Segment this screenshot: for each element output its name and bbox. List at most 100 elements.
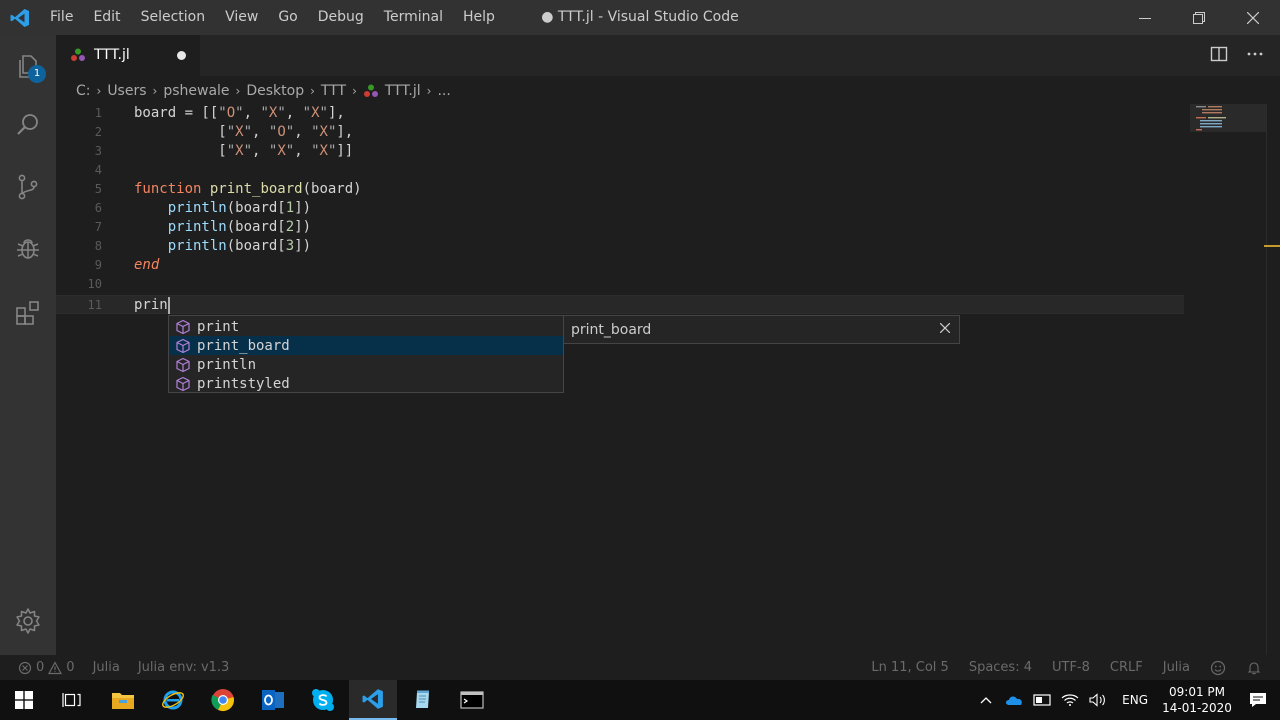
device-icon [1033, 694, 1051, 706]
code-line: 7 println(board[2]) [56, 218, 1184, 237]
minimap-preview [1190, 104, 1268, 132]
taskbar-outlook[interactable] [249, 680, 297, 720]
code-text: println(board[1]) [167, 200, 312, 216]
encoding[interactable]: UTF-8 [1052, 660, 1090, 675]
line-ending[interactable]: CRLF [1110, 660, 1143, 675]
unsaved-dot-icon[interactable] [177, 51, 186, 60]
window-controls [1118, 0, 1280, 35]
problems-indicator[interactable]: 0 0 [18, 660, 75, 675]
vertical-scrollbar[interactable] [1266, 104, 1280, 655]
line-number: 11 [87, 298, 102, 312]
system-tray: ENG 09:01 PM 14-01-2020 [972, 680, 1280, 720]
code-text: ["X", "X", "X"]] [134, 143, 354, 159]
suggest-item-printstyled[interactable]: printstyled [169, 374, 563, 393]
onedrive-button[interactable] [1002, 680, 1026, 720]
chevron-right-icon: › [235, 84, 241, 98]
julia-status[interactable]: Julia [93, 660, 120, 675]
code-text: println(board[3]) [167, 238, 312, 254]
taskbar-command-prompt[interactable] [448, 680, 496, 720]
extensions-button[interactable] [0, 285, 56, 341]
breadcrumb-desktop[interactable]: Desktop [246, 83, 304, 99]
menu-go[interactable]: Go [268, 0, 307, 35]
chevron-right-icon: › [96, 84, 102, 98]
taskbar-notepad[interactable] [399, 680, 447, 720]
wifi-button[interactable] [1058, 680, 1082, 720]
minimize-icon [1139, 17, 1151, 19]
power-network-button[interactable] [1030, 680, 1054, 720]
julia-file-icon [71, 48, 85, 61]
restore-button[interactable] [1172, 0, 1226, 35]
indentation[interactable]: Spaces: 4 [969, 660, 1032, 675]
status-right: Ln 11, Col 5 Spaces: 4 UTF-8 CRLF Julia [871, 655, 1262, 680]
error-icon [18, 661, 32, 674]
line-number: 7 [94, 220, 102, 234]
taskbar-skype[interactable] [299, 680, 347, 720]
code-line: 4 [56, 161, 1184, 180]
source-control-button[interactable] [0, 159, 56, 215]
taskbar-vscode[interactable] [349, 680, 397, 720]
clock-time: 09:01 PM [1169, 685, 1225, 699]
line-number: 3 [94, 144, 102, 158]
task-view-button[interactable] [48, 680, 96, 720]
breadcrumb-folder[interactable]: TTT [321, 83, 346, 99]
input-language[interactable]: ENG [1122, 693, 1148, 707]
chevron-right-icon: › [152, 84, 158, 98]
menu-help[interactable]: Help [453, 0, 505, 35]
suggest-item-print[interactable]: print [169, 317, 563, 336]
explorer-badge: 1 [28, 65, 46, 83]
tab-ttt-jl[interactable]: TTT.jl [56, 35, 200, 76]
code-line: 6 println(board[1]) [56, 199, 1184, 218]
search-button[interactable] [0, 97, 56, 153]
close-details-button[interactable] [937, 320, 953, 336]
clock[interactable]: 09:01 PM 14-01-2020 [1158, 684, 1236, 716]
more-actions-button[interactable] [1246, 45, 1264, 67]
suggest-item-println[interactable]: println [169, 355, 563, 374]
windows-logo-icon [15, 691, 33, 709]
menu-bar: File Edit Selection View Go Debug Termin… [40, 0, 505, 35]
menu-selection[interactable]: Selection [131, 0, 216, 35]
extensions-icon [16, 301, 39, 325]
code-text: prin [134, 296, 170, 315]
gear-icon [16, 608, 40, 634]
breadcrumb-users[interactable]: Users [107, 83, 146, 99]
line-number: 4 [94, 163, 102, 177]
notepad-icon [416, 690, 429, 708]
minimize-button[interactable] [1118, 0, 1172, 35]
breadcrumb-user[interactable]: pshewale [163, 83, 229, 99]
debug-button[interactable] [0, 221, 56, 277]
notifications-bell-icon[interactable] [1246, 660, 1262, 676]
menu-file[interactable]: File [40, 0, 83, 35]
taskbar-chrome[interactable] [199, 680, 247, 720]
language-mode[interactable]: Julia [1163, 660, 1190, 675]
menu-edit[interactable]: Edit [83, 0, 130, 35]
split-editor-icon [1210, 46, 1228, 61]
taskbar-internet-explorer[interactable] [149, 680, 197, 720]
error-count: 0 [36, 660, 45, 675]
cursor-position[interactable]: Ln 11, Col 5 [871, 660, 948, 675]
julia-env[interactable]: Julia env: v1.3 [138, 660, 230, 675]
chevron-right-icon: › [426, 84, 432, 98]
start-button[interactable] [0, 680, 48, 720]
minimap[interactable] [1188, 104, 1268, 655]
manage-button[interactable] [0, 593, 56, 649]
skype-icon [312, 689, 334, 711]
breadcrumb-file[interactable]: TTT.jl [385, 83, 421, 99]
feedback-smiley-icon[interactable] [1210, 660, 1226, 676]
method-cube-icon [175, 338, 191, 354]
breadcrumb-symbols[interactable]: ... [437, 83, 450, 99]
scrollbar-marker [1264, 245, 1280, 247]
split-editor-button[interactable] [1210, 45, 1228, 67]
suggest-item-print-board[interactable]: print_board [169, 336, 563, 355]
menu-debug[interactable]: Debug [308, 0, 374, 35]
explorer-button[interactable]: 1 [0, 39, 56, 95]
close-button[interactable] [1226, 0, 1280, 35]
menu-terminal[interactable]: Terminal [374, 0, 453, 35]
breadcrumb-drive[interactable]: C: [76, 83, 91, 99]
action-center-button[interactable] [1236, 680, 1280, 720]
volume-button[interactable] [1086, 680, 1110, 720]
taskbar-file-explorer[interactable] [99, 680, 147, 720]
current-code-line: 11 prin [56, 295, 1184, 314]
editor-actions [1210, 35, 1264, 76]
show-hidden-icons-button[interactable] [974, 680, 998, 720]
menu-view[interactable]: View [215, 0, 268, 35]
